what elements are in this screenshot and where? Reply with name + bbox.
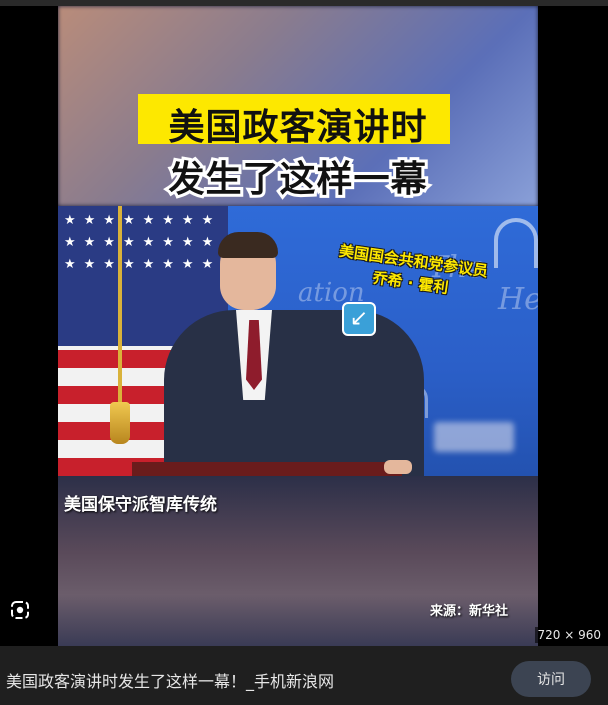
source-page-title[interactable]: 美国政客演讲时发生了这样一幕！_手机新浪网 [6,668,334,692]
bell-logo-icon [494,218,538,268]
video-scene: The ation He ★★★★★★★★★★★★★★★★★★★★★★★★ 美国… [58,206,538,476]
headline-line-2: 发生了这样一幕 [165,156,429,203]
tassel [110,402,130,444]
headline-line-1: 美国政客演讲时 [168,107,428,148]
speaker-suit [164,310,424,476]
lens-icon [11,601,29,619]
blurred-region [434,422,514,452]
image-dimensions: 720 × 960 [534,627,604,643]
speaker-hair [218,232,278,258]
tassel-rope [118,206,122,406]
preview-image[interactable]: 美国政客演讲时 发生了这样一幕 The ation He ★★★★★★★★★★★… [58,6,538,646]
image-viewer: 美国政客演讲时 发生了这样一幕 The ation He ★★★★★★★★★★★… [0,0,608,705]
backdrop-text: He [498,282,538,317]
lens-search-button[interactable] [6,600,34,628]
visit-button[interactable]: 访问 [511,661,591,697]
source-credit: 来源：新华社 [430,604,509,619]
speaker-hands [384,460,412,474]
podium [132,462,402,476]
video-caption: 美国保守派智库传统 [64,495,217,515]
bottom-bar: 美国政客演讲时发生了这样一幕！_手机新浪网 访问 [0,646,608,705]
arrow-down-left-icon: ↙ [342,302,376,336]
